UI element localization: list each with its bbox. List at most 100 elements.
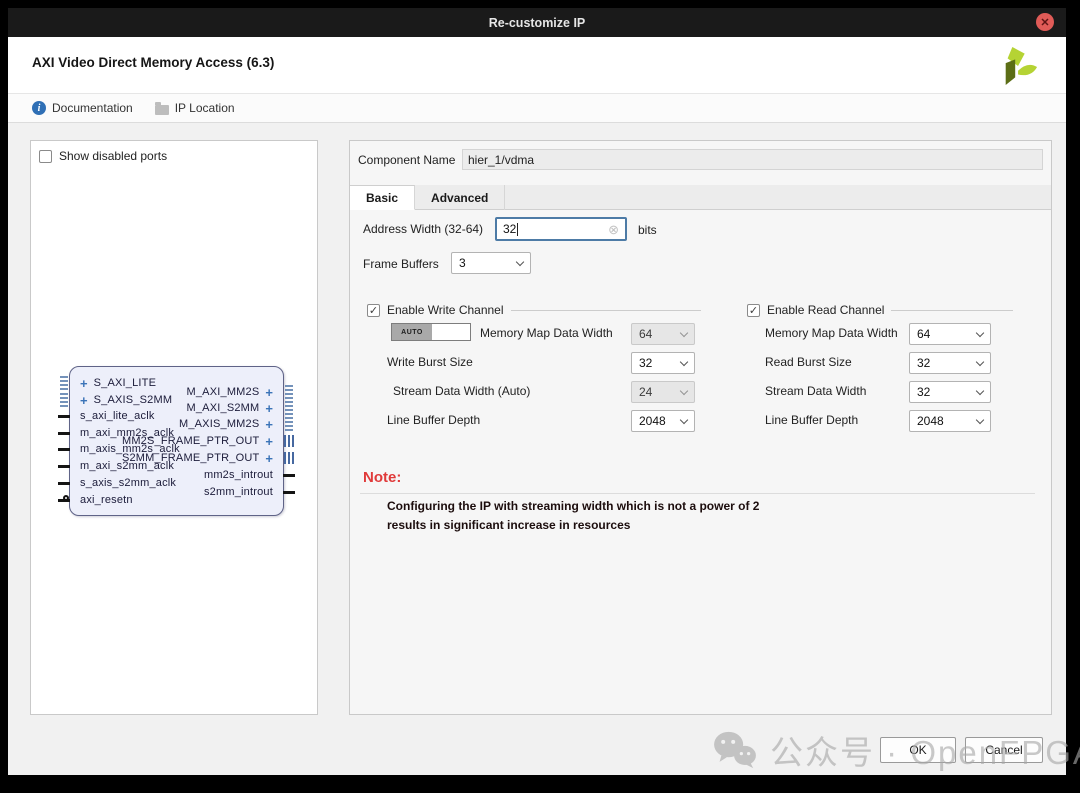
config-tabbar: Basic Advanced [350,185,1051,210]
read-mm-data-width-select[interactable]: 64 [909,323,991,345]
write-line-buffer-select[interactable]: 2048 [631,410,695,432]
configuration-panel: Component Name hier_1/vdma Basic Advance… [349,140,1052,715]
expand-plus-icon[interactable]: + [80,377,88,390]
select-value: 64 [639,327,652,341]
port-mm2s-frame-ptr-out[interactable]: MM2S_FRAME_PTR_OUT + [122,433,273,449]
read-stream-width-select[interactable]: 32 [909,381,991,403]
select-value: 24 [639,385,652,399]
show-disabled-ports-checkbox[interactable] [39,150,52,163]
select-value: 32 [917,356,930,370]
ip-toolbar: i Documentation IP Location [8,94,1066,123]
port-s-axi-lite[interactable]: + S_AXI_LITE [80,375,156,391]
select-value: 2048 [639,414,666,428]
expand-plus-icon[interactable]: + [265,452,273,465]
enable-read-channel-label: Enable Read Channel [767,303,884,317]
chevron-down-icon [976,328,984,336]
port-mm2s-introut[interactable]: mm2s_introut [204,467,273,483]
write-channel-group-header: ✓ Enable Write Channel [367,303,721,317]
port-s-axis-s2mm-aclk[interactable]: s_axis_s2mm_aclk [80,475,176,491]
read-channel-group-header: ✓ Enable Read Channel [747,303,1031,317]
expand-plus-icon[interactable]: + [265,402,273,415]
read-stream-width-label: Stream Data Width [765,384,866,398]
port-label: S2MM_FRAME_PTR_OUT [122,452,259,464]
dialog-header: AXI Video Direct Memory Access (6.3) [8,37,1066,94]
read-burst-size-select[interactable]: 32 [909,352,991,374]
port-m-axis-mm2s[interactable]: M_AXIS_MM2S + [179,416,273,432]
documentation-button[interactable]: i Documentation [32,101,133,115]
pin-stub [58,482,70,485]
port-s-axis-s2mm[interactable]: + S_AXIS_S2MM [80,392,172,408]
expand-plus-icon[interactable]: + [80,394,88,407]
documentation-label: Documentation [52,101,133,115]
port-label: MM2S_FRAME_PTR_OUT [122,435,259,447]
port-label: s_axis_s2mm_aclk [80,477,176,489]
memory-map-width-auto-toggle[interactable]: AUTO [391,323,471,341]
address-width-label: Address Width (32-64) [363,222,483,236]
expand-plus-icon[interactable]: + [265,435,273,448]
expand-plus-icon[interactable]: + [265,418,273,431]
frame-buffers-label: Frame Buffers [363,257,439,271]
note-line: results in significant increase in resou… [387,518,630,532]
enable-write-channel-checkbox[interactable]: ✓ [367,304,380,317]
chevron-down-icon [680,415,688,423]
address-width-input[interactable]: 32 ⊗ [495,217,627,241]
pin-stub [283,474,295,477]
clear-icon[interactable]: ⊗ [608,223,619,236]
frame-buffers-select[interactable]: 3 [451,252,531,274]
port-label: s2mm_introut [204,486,273,498]
ok-button-label: OK [909,743,926,757]
vector-bars-icon [284,452,295,464]
pin-stub [283,491,295,494]
tab-label: Advanced [431,191,488,205]
read-line-buffer-select[interactable]: 2048 [909,410,991,432]
read-mm-data-width-label: Memory Map Data Width [765,326,898,340]
note-divider [360,493,1035,494]
port-m-axi-s2mm[interactable]: M_AXI_S2MM + [186,400,273,416]
pin-stub [58,465,70,468]
port-s-axi-lite-aclk[interactable]: s_axi_lite_aclk [80,408,155,424]
tab-basic[interactable]: Basic [350,185,415,210]
ok-button[interactable]: OK [880,737,956,763]
chevron-down-icon [680,328,688,336]
group-divider [891,310,1013,311]
bus-hatch-icon [285,417,293,431]
pin-stub [58,432,70,435]
ip-location-button[interactable]: IP Location [155,101,235,115]
cancel-button[interactable]: Cancel [965,737,1043,763]
bus-hatch-icon [285,385,293,399]
chevron-down-icon [516,257,524,265]
chevron-down-icon [680,357,688,365]
show-disabled-ports-row: Show disabled ports [31,141,317,163]
auto-toggle-label: AUTO [392,324,432,340]
close-button[interactable]: ✕ [1036,13,1054,31]
component-name-input[interactable]: hier_1/vdma [462,149,1043,170]
note-title: Note: [363,469,401,486]
write-line-buffer-label: Line Buffer Depth [387,413,480,427]
component-name-label: Component Name [358,153,455,167]
enable-read-channel-checkbox[interactable]: ✓ [747,304,760,317]
port-m-axi-mm2s[interactable]: M_AXI_MM2S + [186,384,273,400]
select-value: 32 [639,356,652,370]
bus-hatch-icon [285,401,293,415]
port-label: s_axi_lite_aclk [80,410,155,422]
show-disabled-ports-label: Show disabled ports [59,149,167,163]
enable-write-channel-label: Enable Write Channel [387,303,504,317]
check-icon: ✓ [369,304,378,317]
ip-block-symbol[interactable]: + S_AXI_LITE + S_AXIS_S2MM s_axi_lite_ac… [69,366,284,516]
write-burst-size-select[interactable]: 32 [631,352,695,374]
port-s2mm-frame-ptr-out[interactable]: S2MM_FRAME_PTR_OUT + [122,450,273,466]
pin-stub [58,415,70,418]
port-label: mm2s_introut [204,469,273,481]
bus-hatch-icon [60,393,68,407]
port-label: axi_resetn [80,494,133,506]
pin-stub [58,448,70,451]
read-line-buffer-label: Line Buffer Depth [765,413,858,427]
expand-plus-icon[interactable]: + [265,386,273,399]
tab-advanced[interactable]: Advanced [415,185,505,210]
note-line: Configuring the IP with streaming width … [387,499,759,513]
write-mm-data-width-select: 64 [631,323,695,345]
port-s2mm-introut[interactable]: s2mm_introut [204,484,273,500]
ip-title: AXI Video Direct Memory Access (6.3) [32,55,274,70]
ip-location-label: IP Location [175,101,235,115]
port-axi-resetn[interactable]: axi_resetn [80,492,133,508]
